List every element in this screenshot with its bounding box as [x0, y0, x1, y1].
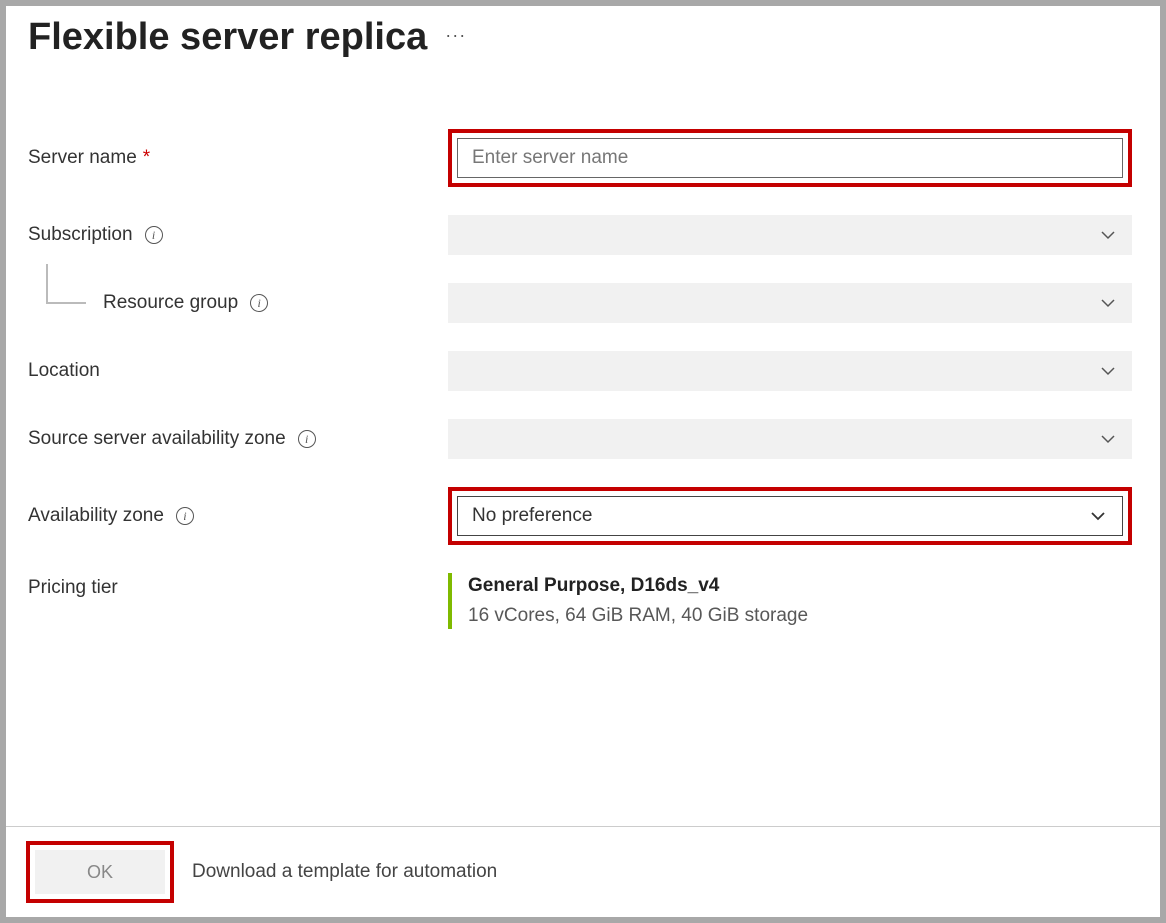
replica-panel: Flexible server replica ··· Server name …	[6, 6, 1160, 917]
info-icon[interactable]: i	[145, 226, 163, 244]
footer-bar: OK Download a template for automation	[6, 826, 1160, 917]
pricing-sku: General Purpose, D16ds_v4	[468, 575, 1132, 597]
row-availability-zone: Availability zone i No preference	[28, 487, 1132, 545]
row-server-name: Server name *	[28, 129, 1132, 187]
tree-line-icon	[46, 264, 86, 304]
page-title: Flexible server replica	[28, 16, 427, 59]
title-row: Flexible server replica ···	[28, 16, 1132, 59]
chevron-down-icon	[1098, 429, 1118, 449]
label-availability-zone: Availability zone i	[28, 505, 448, 527]
subscription-dropdown[interactable]	[448, 215, 1132, 255]
source-az-dropdown[interactable]	[448, 419, 1132, 459]
download-template-link[interactable]: Download a template for automation	[192, 861, 497, 883]
required-indicator: *	[143, 147, 150, 169]
chevron-down-icon	[1088, 506, 1108, 526]
server-name-input[interactable]	[457, 138, 1123, 178]
highlight-server-name	[448, 129, 1132, 187]
availability-zone-dropdown[interactable]: No preference	[457, 496, 1123, 536]
row-subscription: Subscription i	[28, 215, 1132, 255]
row-location: Location	[28, 351, 1132, 391]
label-resource-group: Resource group i	[28, 292, 448, 314]
highlight-availability-zone: No preference	[448, 487, 1132, 545]
chevron-down-icon	[1098, 225, 1118, 245]
row-resource-group: Resource group i	[28, 283, 1132, 323]
label-subscription: Subscription i	[28, 224, 448, 246]
pricing-details: 16 vCores, 64 GiB RAM, 40 GiB storage	[468, 605, 1132, 627]
panel-content: Flexible server replica ··· Server name …	[6, 6, 1160, 826]
label-location: Location	[28, 360, 448, 382]
row-pricing-tier: Pricing tier General Purpose, D16ds_v4 1…	[28, 573, 1132, 629]
more-icon[interactable]: ···	[445, 25, 466, 50]
ok-button[interactable]: OK	[35, 850, 165, 894]
info-icon[interactable]: i	[250, 294, 268, 312]
resource-group-dropdown[interactable]	[448, 283, 1132, 323]
label-pricing-tier: Pricing tier	[28, 573, 448, 599]
row-source-az: Source server availability zone i	[28, 419, 1132, 459]
label-source-az: Source server availability zone i	[28, 428, 448, 450]
highlight-ok: OK	[26, 841, 174, 903]
location-dropdown[interactable]	[448, 351, 1132, 391]
label-server-name: Server name *	[28, 147, 448, 169]
chevron-down-icon	[1098, 361, 1118, 381]
pricing-tier-block: General Purpose, D16ds_v4 16 vCores, 64 …	[448, 573, 1132, 629]
chevron-down-icon	[1098, 293, 1118, 313]
info-icon[interactable]: i	[298, 430, 316, 448]
info-icon[interactable]: i	[176, 507, 194, 525]
